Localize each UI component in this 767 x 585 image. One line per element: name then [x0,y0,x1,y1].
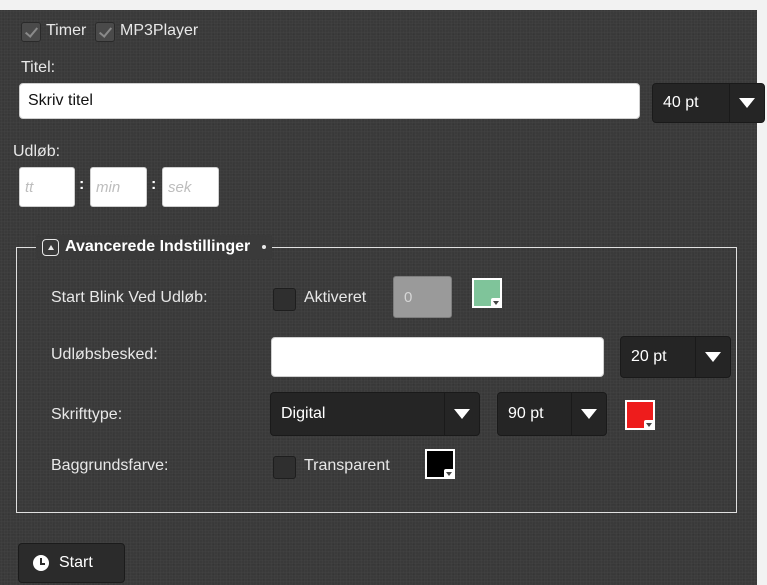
blink-count-input: 0 [393,276,452,318]
font-label: Skrifttype: [51,406,123,423]
dropdown-corner-icon [491,298,501,307]
message-size-value: 20 pt [631,348,667,365]
font-size-dropdown[interactable]: 90 pt [497,392,607,436]
blink-count-value: 0 [404,288,413,306]
background-color-picker[interactable] [425,449,455,479]
blink-label: Start Blink Ved Udløb: [51,289,208,306]
font-size-value: 90 pt [508,405,544,422]
chevron-down-icon [571,393,606,435]
expiry-label: Udløb: [13,143,61,160]
hours-placeholder: tt [25,178,34,196]
transparent-label: Transparent [304,457,390,474]
mp3player-label: MP3Player [120,22,199,39]
clock-icon [33,555,49,571]
time-separator: : [79,176,85,193]
title-input-value: Skriv titel [28,92,93,109]
title-input[interactable]: Skriv titel [19,83,640,119]
font-family-value: Digital [281,405,326,422]
start-button-label: Start [59,554,93,571]
blink-color-picker[interactable] [472,278,502,308]
minutes-placeholder: min [96,178,121,196]
advanced-settings-header[interactable]: Avancerede Indstillinger [36,235,273,259]
timer-label: Timer [46,22,87,39]
seconds-placeholder: sek [168,178,192,196]
blink-enabled-checkbox[interactable] [273,288,296,311]
dropdown-corner-icon [644,420,654,429]
message-size-dropdown[interactable]: 20 pt [620,336,731,378]
time-separator: : [151,176,157,193]
title-size-value: 40 pt [663,94,699,111]
title-size-dropdown[interactable]: 40 pt [652,83,765,123]
message-label: Udløbsbesked: [51,346,158,363]
chevron-down-icon [444,393,479,435]
blink-enabled-label: Aktiveret [304,289,367,306]
advanced-settings-title: Avancerede Indstillinger [65,238,251,255]
font-color-picker[interactable] [625,400,655,430]
timer-checkbox[interactable] [21,22,41,42]
timer-settings-panel: Timer MP3Player Titel: Skriv titel 40 pt… [0,10,765,585]
background-label: Baggrundsfarve: [51,457,169,474]
font-family-dropdown[interactable]: Digital [270,392,480,436]
collapse-icon[interactable] [42,238,59,256]
minutes-input[interactable]: min [90,167,147,207]
start-button[interactable]: Start [18,543,125,583]
transparent-checkbox[interactable] [273,456,296,479]
mp3player-checkbox[interactable] [95,22,115,42]
chevron-down-icon [695,337,730,377]
title-label: Titel: [21,59,56,76]
hours-input[interactable]: tt [19,167,75,207]
chevron-down-icon [729,84,764,122]
bullet-icon [262,245,267,249]
seconds-input[interactable]: sek [162,167,219,207]
message-input[interactable] [271,337,604,377]
dropdown-corner-icon [444,469,454,478]
